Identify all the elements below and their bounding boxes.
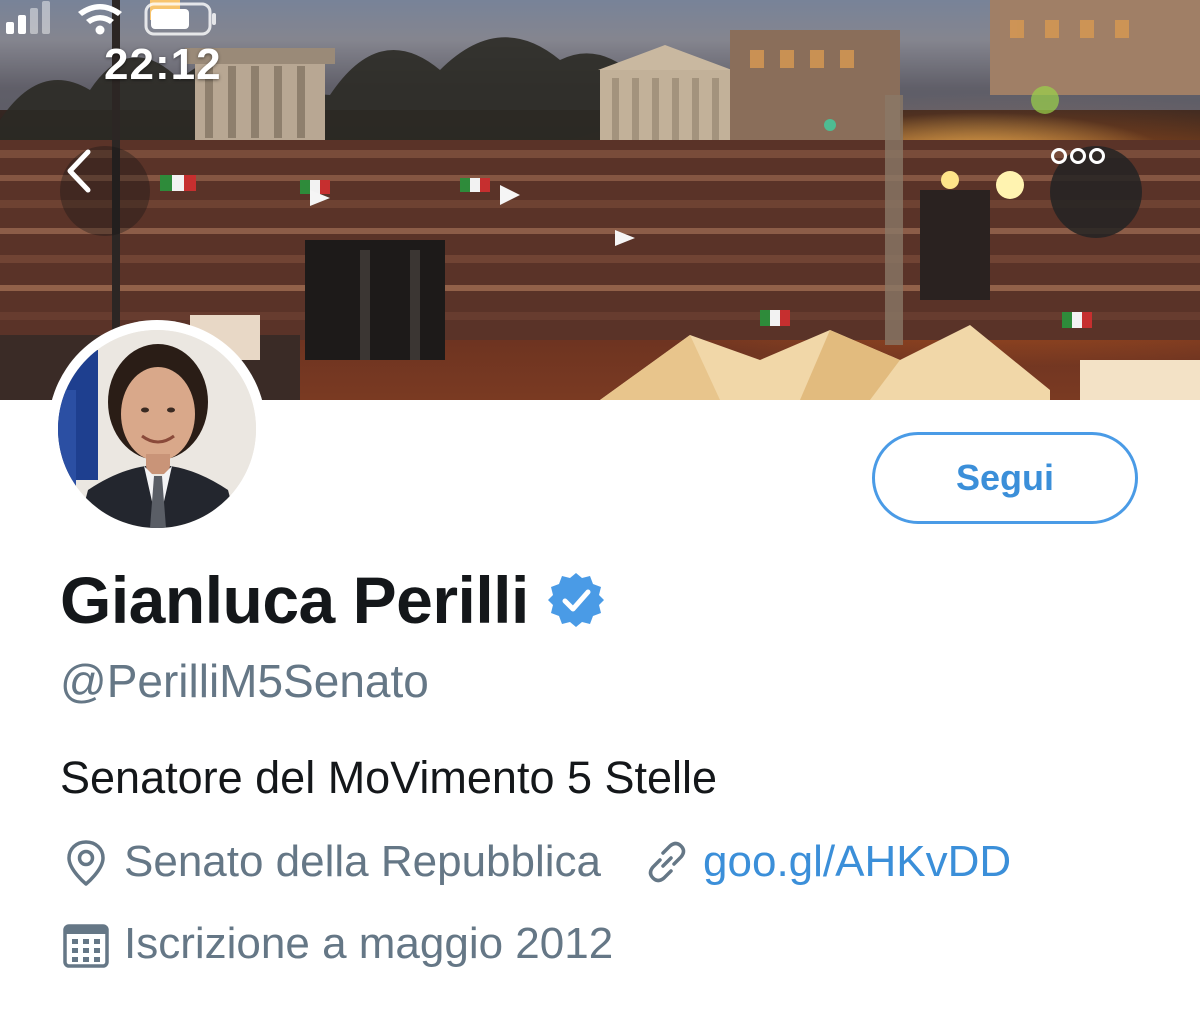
display-name-row: Gianluca Perilli xyxy=(60,562,605,638)
profile-screen: 22:12 Segui Gianluca Perilli @PerilliM5S… xyxy=(0,0,1200,1011)
location-text: Senato della Repubblica xyxy=(124,837,602,886)
wifi-icon xyxy=(78,4,122,35)
website-link[interactable]: goo.gl/AHKvDD xyxy=(703,837,1011,887)
avatar-image xyxy=(58,330,256,528)
status-time: 22:12 xyxy=(104,40,222,89)
calendar-icon xyxy=(63,924,109,968)
back-button[interactable] xyxy=(60,146,150,236)
joined-row: Iscrizione a maggio 2012 xyxy=(60,918,613,970)
follow-button[interactable]: Segui xyxy=(872,432,1138,524)
battery-icon xyxy=(144,2,216,36)
location-row: Senato della Repubblica goo.gl/AHKvDD xyxy=(60,836,1011,888)
signal-icon xyxy=(6,1,50,34)
status-icons xyxy=(6,1,216,36)
user-handle: @PerilliM5Senato xyxy=(60,655,429,707)
chevron-left-icon xyxy=(67,149,91,193)
avatar[interactable] xyxy=(48,320,266,538)
link-icon xyxy=(648,841,686,883)
display-name: Gianluca Perilli xyxy=(60,563,529,637)
bio: Senatore del MoVimento 5 Stelle xyxy=(60,752,718,803)
joined-text: Iscrizione a maggio 2012 xyxy=(124,919,614,968)
ellipsis-icon xyxy=(1051,148,1105,164)
more-options-button[interactable] xyxy=(1050,146,1142,238)
location-pin-icon xyxy=(67,840,105,886)
verified-badge-icon xyxy=(547,573,604,627)
